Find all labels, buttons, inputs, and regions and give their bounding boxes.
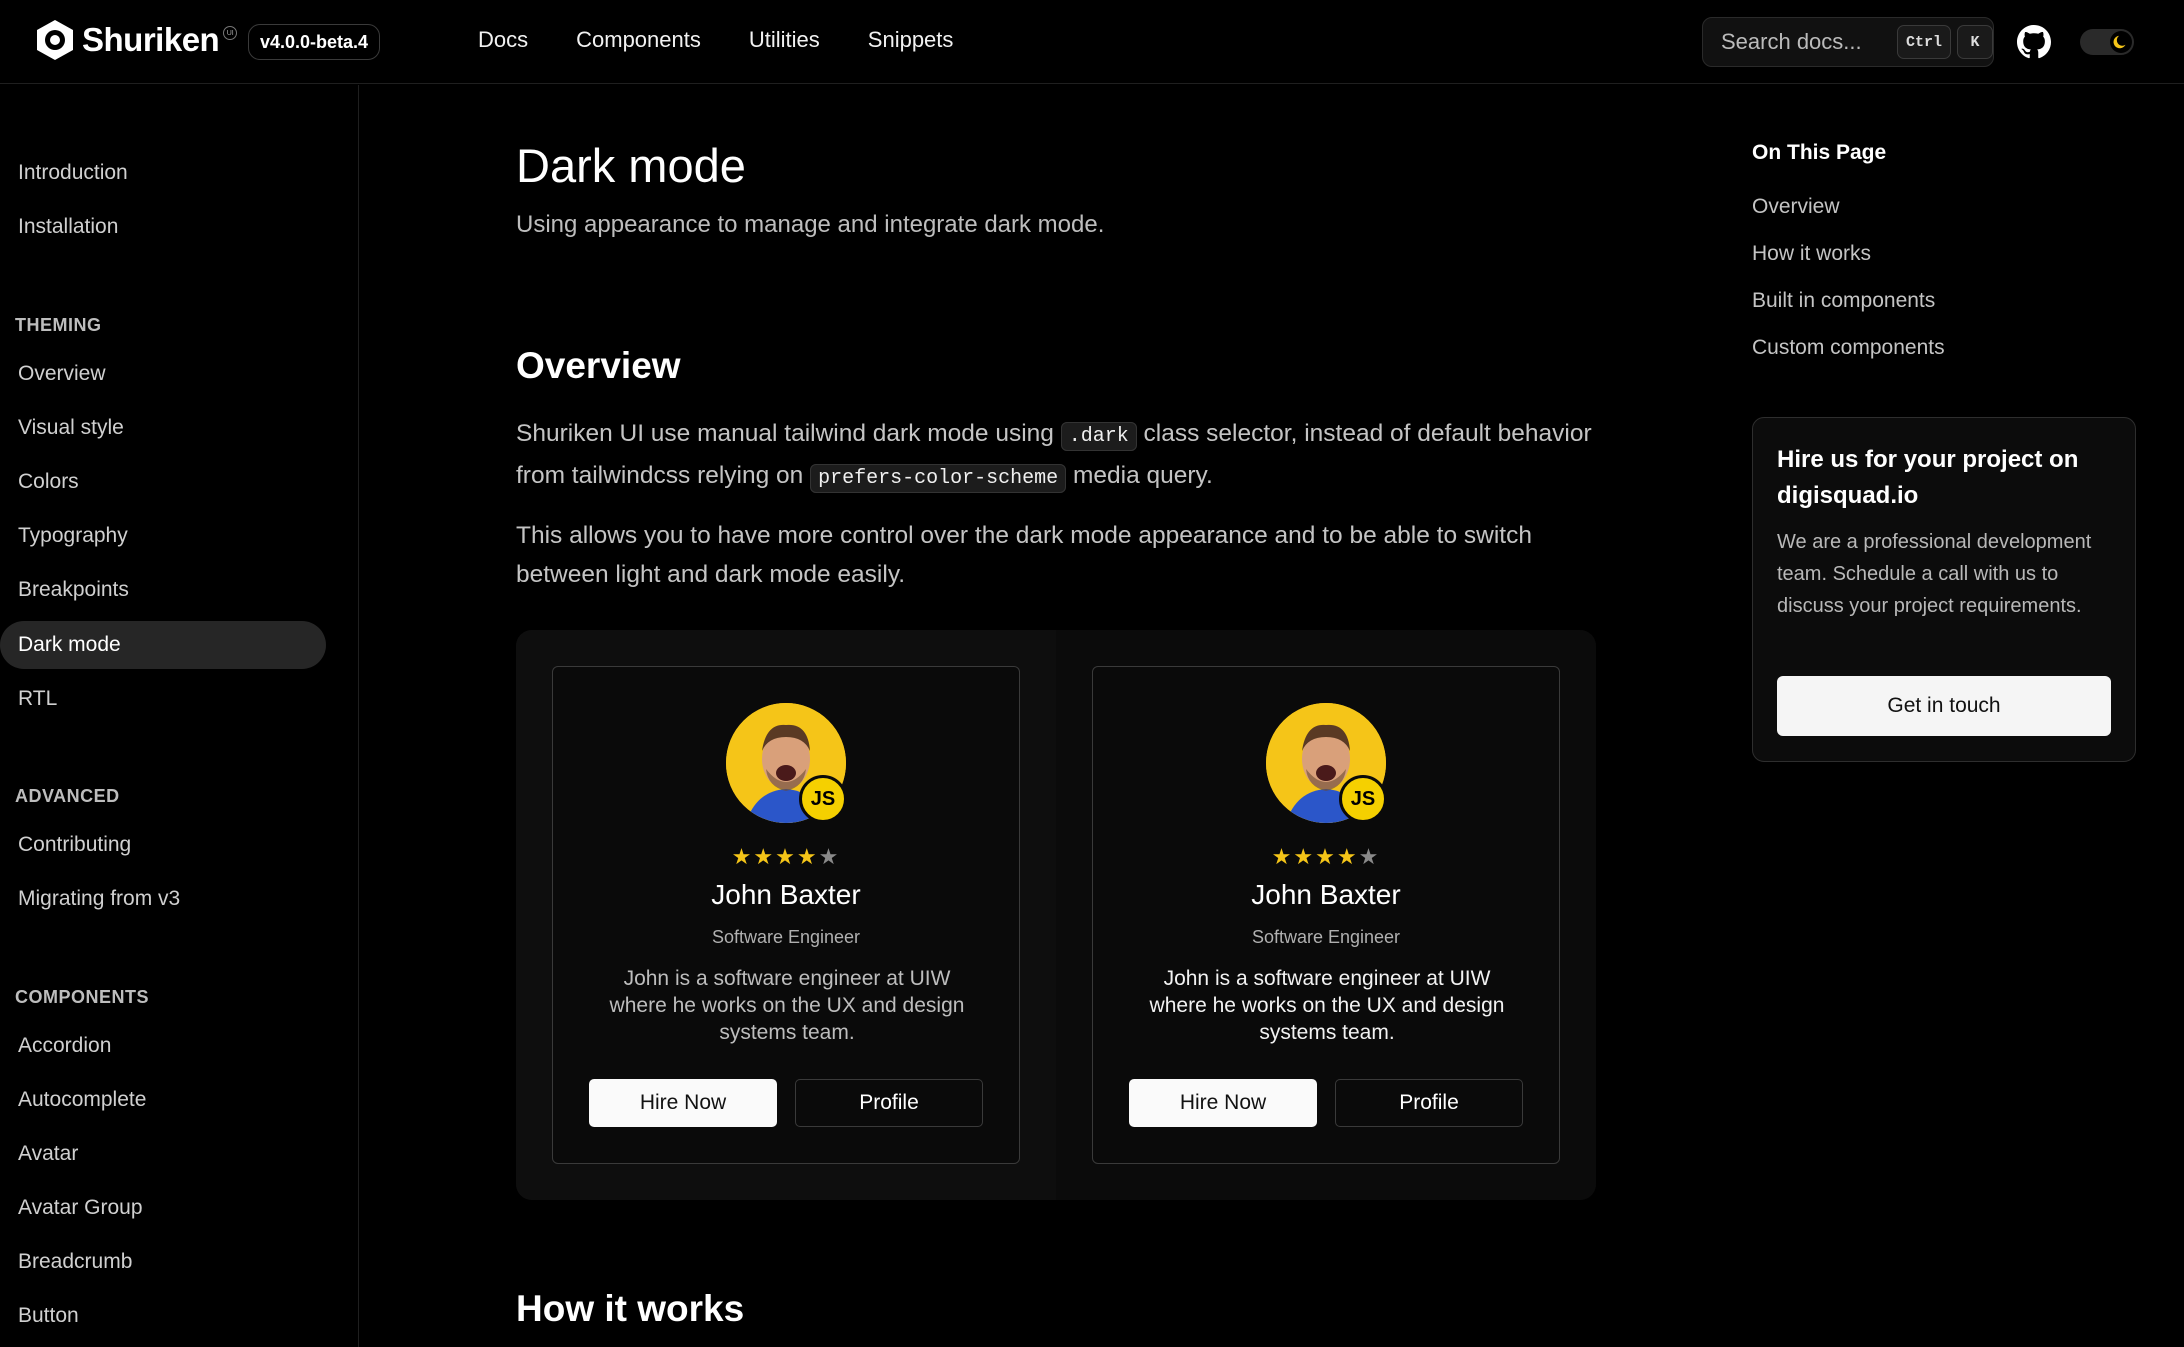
sidebar-item-avatar[interactable]: Avatar <box>0 1130 326 1178</box>
card-name: John Baxter <box>711 879 861 910</box>
profile-button[interactable]: Profile <box>795 1079 983 1127</box>
theme-toggle[interactable] <box>2080 29 2134 55</box>
toc-item-custom-components[interactable]: Custom components <box>1752 336 1945 360</box>
sidebar-item-visual-style[interactable]: Visual style <box>0 404 326 452</box>
nav-snippets[interactable]: Snippets <box>868 27 954 53</box>
star-filled-icon: ★ <box>731 844 754 869</box>
star-filled-icon: ★ <box>1315 844 1337 869</box>
p1-text-a: Shuriken UI use manual tailwind dark mod… <box>516 420 1061 447</box>
sidebar-item-breadcrumb[interactable]: Breadcrumb <box>0 1238 326 1286</box>
demo-light-half: JS ★★★★★ John Baxter Software Engineer J… <box>516 630 1056 1200</box>
profile-card: JS ★★★★★ John Baxter Software Engineer J… <box>552 666 1020 1164</box>
sidebar-item-accordion[interactable]: Accordion <box>0 1022 326 1070</box>
sidebar: Introduction Installation THEMING Overvi… <box>0 85 359 1347</box>
sidebar-item-installation[interactable]: Installation <box>0 203 326 251</box>
sidebar-item-overview[interactable]: Overview <box>0 350 326 398</box>
promo-card: Hire us for your project on digisquad.io… <box>1752 417 2136 762</box>
star-empty-icon: ★ <box>818 844 841 869</box>
sidebar-item-autocomplete[interactable]: Autocomplete <box>0 1076 326 1124</box>
card-role: Software Engineer <box>711 927 861 947</box>
promo-title: Hire us for your project on digisquad.io <box>1777 446 2079 509</box>
sidebar-item-introduction[interactable]: Introduction <box>0 149 326 197</box>
profile-button[interactable]: Profile <box>1335 1079 1523 1127</box>
card-role: Software Engineer <box>1251 927 1401 947</box>
page-title: Dark mode <box>516 139 746 192</box>
hire-now-button[interactable]: Hire Now <box>589 1079 777 1127</box>
toc-item-built-in-components[interactable]: Built in components <box>1752 289 1935 313</box>
sidebar-item-typography[interactable]: Typography <box>0 512 326 560</box>
nav-docs[interactable]: Docs <box>478 27 528 53</box>
kbd-ctrl: Ctrl <box>1897 25 1951 59</box>
card-bio: John is a software engineer at UIW where… <box>1149 967 1505 1044</box>
sidebar-heading-advanced: ADVANCED <box>15 786 120 806</box>
overview-paragraph-2: This allows you to have more control ove… <box>516 522 1532 588</box>
search-box[interactable]: Ctrl K <box>1702 17 1994 67</box>
page-lead: Using appearance to manage and integrate… <box>516 211 1105 238</box>
card-name: John Baxter <box>1251 879 1401 910</box>
sidebar-heading-components: COMPONENTS <box>15 987 150 1007</box>
sidebar-item-colors[interactable]: Colors <box>0 458 326 506</box>
card-bio: John is a software engineer at UIW where… <box>609 967 965 1044</box>
demo-preview: JS ★★★★★ John Baxter Software Engineer J… <box>516 630 1596 1200</box>
version-badge: v4.0.0-beta.4 <box>248 24 381 60</box>
how-it-works-heading: How it works <box>516 1288 745 1329</box>
demo-dark-half: JS ★★★★★ John Baxter Software Engineer J… <box>1056 630 1596 1200</box>
star-filled-icon: ★ <box>753 844 776 869</box>
kbd-k: K <box>1957 25 1993 59</box>
sidebar-item-rtl[interactable]: RTL <box>0 675 326 723</box>
toc-item-overview[interactable]: Overview <box>1752 195 1840 219</box>
star-filled-icon: ★ <box>1336 844 1359 869</box>
star-filled-icon: ★ <box>775 844 797 869</box>
promo-text: We are a professional development team. … <box>1777 531 2092 617</box>
sidebar-item-breakpoints[interactable]: Breakpoints <box>0 566 326 614</box>
search-input[interactable] <box>1721 29 1891 55</box>
overview-paragraph-1: Shuriken UI use manual tailwind dark mod… <box>516 414 1596 498</box>
sidebar-item-dark-mode[interactable]: Dark mode <box>0 621 326 669</box>
sidebar-item-button[interactable]: Button <box>0 1292 326 1340</box>
rating-stars: ★★★★★ <box>553 844 1019 870</box>
sidebar-item-migrating[interactable]: Migrating from v3 <box>0 875 326 923</box>
star-empty-icon: ★ <box>1358 844 1381 869</box>
js-badge: JS <box>1339 775 1387 823</box>
logo-text: Shuriken <box>82 21 220 58</box>
star-filled-icon: ★ <box>1293 844 1316 869</box>
shuriken-logo-icon <box>37 20 73 60</box>
sidebar-item-contributing[interactable]: Contributing <box>0 821 326 869</box>
code-prefers-color-scheme: prefers-color-scheme <box>810 464 1067 493</box>
nav-components[interactable]: Components <box>576 27 701 53</box>
rating-stars: ★★★★★ <box>1093 844 1559 870</box>
p1-text-c: media query. <box>1066 462 1213 489</box>
toc-item-how-it-works[interactable]: How it works <box>1752 242 1871 266</box>
toc-title: On This Page <box>1752 141 1887 164</box>
star-filled-icon: ★ <box>796 844 819 869</box>
main-nav: Docs Components Utilities Snippets <box>478 27 953 53</box>
star-filled-icon: ★ <box>1271 844 1294 869</box>
sidebar-item-avatar-group[interactable]: Avatar Group <box>0 1184 326 1232</box>
profile-card: JS ★★★★★ John Baxter Software Engineer J… <box>1092 666 1560 1164</box>
logo-sup: UI <box>223 26 238 40</box>
get-in-touch-button[interactable]: Get in touch <box>1777 676 2111 736</box>
github-icon[interactable] <box>2017 25 2051 59</box>
logo-sup-text: UI <box>226 29 234 37</box>
js-badge: JS <box>799 775 847 823</box>
nav-utilities[interactable]: Utilities <box>749 27 820 53</box>
moon-icon <box>2110 31 2132 53</box>
code-dark: .dark <box>1060 422 1137 451</box>
hire-now-button[interactable]: Hire Now <box>1129 1079 1317 1127</box>
logo[interactable]: Shuriken UI <box>34 19 238 61</box>
top-header: Shuriken UI v4.0.0-beta.4 Docs Component… <box>0 0 2184 84</box>
overview-heading: Overview <box>516 345 681 386</box>
sidebar-heading-theming: THEMING <box>15 315 102 335</box>
